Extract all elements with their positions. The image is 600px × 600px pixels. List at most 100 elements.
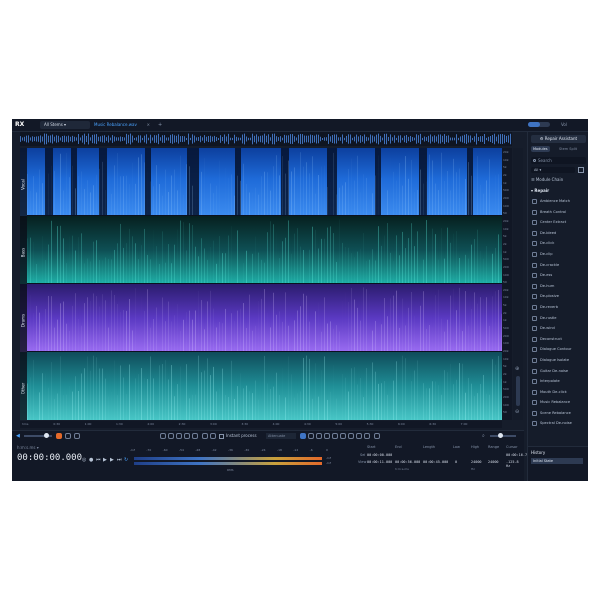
settings-icon[interactable] xyxy=(65,433,71,439)
module-chain-button[interactable]: ☰ Module Chain xyxy=(531,177,563,182)
module-item[interactable]: Guitar De-noise xyxy=(531,366,586,377)
skip-forward-icon[interactable]: ⏭ xyxy=(117,457,122,463)
zoom-in-icon[interactable]: ⊕ xyxy=(515,366,519,372)
loop-icon[interactable]: ↻ xyxy=(124,457,128,463)
zoom-out-icon[interactable]: ⊖ xyxy=(515,409,519,415)
module-item[interactable]: De-clip xyxy=(531,249,586,260)
vertical-zoom-slider[interactable] xyxy=(516,376,520,406)
module-item[interactable]: Dialogue Isolate xyxy=(531,355,586,366)
hand-icon[interactable] xyxy=(210,433,216,439)
module-item[interactable]: Music Rebalance xyxy=(531,397,586,408)
module-item[interactable]: Center Extract xyxy=(531,217,586,228)
view-cursor: -125.8 Hz xyxy=(506,460,519,468)
module-item[interactable]: De-reverb xyxy=(531,302,586,313)
module-item[interactable]: De-ess xyxy=(531,270,586,281)
grid-view-icon[interactable] xyxy=(578,167,584,173)
modules-mode-button[interactable]: Modules xyxy=(531,146,550,152)
pencil-icon[interactable] xyxy=(374,433,380,439)
eq-icon[interactable] xyxy=(364,433,370,439)
freq-tick-label: 500 xyxy=(503,326,509,331)
freq-tick-label: 2k xyxy=(503,372,507,377)
all-stems-dropdown[interactable]: All Stems ▾ xyxy=(40,121,90,129)
magnify-icon[interactable] xyxy=(202,433,208,439)
sel-start[interactable]: 00:00:00.000 xyxy=(367,453,392,457)
module-item[interactable]: De-plosive xyxy=(531,291,586,302)
attenuate-dropdown[interactable]: Attenuate xyxy=(266,433,296,439)
magic-wand-icon[interactable] xyxy=(348,433,354,439)
horizontal-zoom-slider[interactable] xyxy=(490,433,516,438)
zoom-out-tool-icon[interactable] xyxy=(168,433,174,439)
volume-slider[interactable] xyxy=(528,122,550,127)
view-range[interactable]: 24000 xyxy=(488,460,499,464)
harmonic-select-icon[interactable] xyxy=(340,433,346,439)
speaker-icon[interactable]: ◀ xyxy=(16,433,20,439)
module-item[interactable]: De-hum xyxy=(531,281,586,292)
history-initial-state[interactable]: Initial State xyxy=(531,458,583,464)
file-tab-label: Music Rebalance.wav xyxy=(94,122,137,127)
play-icon[interactable]: ▶ xyxy=(103,457,107,463)
meter-mode-label: RMS xyxy=(227,468,234,472)
view-length[interactable]: 00:00:45.000 xyxy=(423,460,448,464)
view-high[interactable]: 24000 xyxy=(471,460,482,464)
play-selection-icon[interactable]: ▶ xyxy=(110,457,114,463)
zoom-in-tool-icon[interactable] xyxy=(160,433,166,439)
meter-tick-label: -70 xyxy=(146,448,152,452)
view-end[interactable]: 00:00:56.000 xyxy=(395,460,420,464)
spectrogram-display[interactable]: Vocal Bass Drums Other xyxy=(20,148,502,420)
module-item[interactable]: Interpolate xyxy=(531,376,586,387)
module-item[interactable]: De-rustle xyxy=(531,313,586,324)
row-sel-label: Sel xyxy=(360,453,366,457)
spectrogram-mode-icon[interactable] xyxy=(56,433,62,439)
time-tick-label: 2:00 xyxy=(147,422,155,426)
view-start[interactable]: 00:00:11.000 xyxy=(367,460,392,464)
skip-back-icon[interactable]: ⏮ xyxy=(96,457,101,463)
module-item[interactable]: Deconstruct xyxy=(531,334,586,345)
time-select-icon[interactable] xyxy=(300,433,306,439)
rect-select-icon[interactable] xyxy=(316,433,322,439)
monitor-icon[interactable]: ● xyxy=(89,457,93,463)
module-item[interactable]: De-bleed xyxy=(531,228,586,239)
module-filter-dropdown[interactable]: All ▾ xyxy=(531,167,575,173)
stem-split-mode-button[interactable]: Stem Split xyxy=(557,146,579,152)
zoom-icon[interactable]: ⌕ xyxy=(482,433,485,439)
close-tab-icon[interactable]: × xyxy=(147,121,150,129)
module-item[interactable]: De-click xyxy=(531,238,586,249)
module-item[interactable]: De-wind xyxy=(531,323,586,334)
instant-process-label: Instant process xyxy=(226,433,257,438)
waveform-overview[interactable] xyxy=(20,132,512,146)
lane-label-vocal: Vocal xyxy=(20,148,27,216)
zoom-reset-icon[interactable] xyxy=(192,433,198,439)
frequency-select-icon[interactable] xyxy=(308,433,314,439)
vertical-zoom-strip[interactable]: ⊕ ⊖ xyxy=(513,148,523,420)
repair-assistant-button[interactable]: ⚙ Repair Assistant xyxy=(531,135,586,143)
freq-tick-label: 2k xyxy=(503,172,507,177)
file-tab[interactable]: Music Rebalance.wav × xyxy=(94,121,154,129)
col-end: End xyxy=(395,445,402,449)
repair-section-header[interactable]: ▾ Repair xyxy=(531,188,549,193)
instant-process-checkbox[interactable] xyxy=(219,434,224,439)
brush-icon[interactable] xyxy=(332,433,338,439)
display-icon[interactable] xyxy=(74,433,80,439)
time-tick-label: 3:30 xyxy=(241,422,249,426)
col-length: Length xyxy=(423,445,436,449)
module-item[interactable]: Spectral De-noise xyxy=(531,418,586,429)
record-icon[interactable]: ◎ xyxy=(82,457,86,463)
freq-tick-label: 100 xyxy=(503,341,509,346)
add-tab-button[interactable]: + xyxy=(158,121,162,129)
zoom-fit-icon[interactable] xyxy=(184,433,190,439)
timecode-format-label[interactable]: h:m:s.ms ▾ xyxy=(17,445,39,450)
module-item[interactable]: Dialogue Contour xyxy=(531,344,586,355)
module-item[interactable]: Breath Control xyxy=(531,207,586,218)
waveform-spectrogram-slider[interactable] xyxy=(24,433,52,438)
module-search-input[interactable]: Search xyxy=(531,157,586,164)
module-item[interactable]: De-crackle xyxy=(531,260,586,271)
module-item[interactable]: Mouth De-click xyxy=(531,387,586,398)
timecode-format-text: h:m:s.ms xyxy=(17,445,36,450)
zoom-selection-icon[interactable] xyxy=(176,433,182,439)
lasso-icon[interactable] xyxy=(324,433,330,439)
module-item[interactable]: Scene Rebalance xyxy=(531,408,586,419)
find-similar-icon[interactable] xyxy=(356,433,362,439)
time-tick-label: 0:30 xyxy=(53,422,61,426)
module-item[interactable]: Ambience Match xyxy=(531,196,586,207)
view-low[interactable]: 0 xyxy=(455,460,457,464)
